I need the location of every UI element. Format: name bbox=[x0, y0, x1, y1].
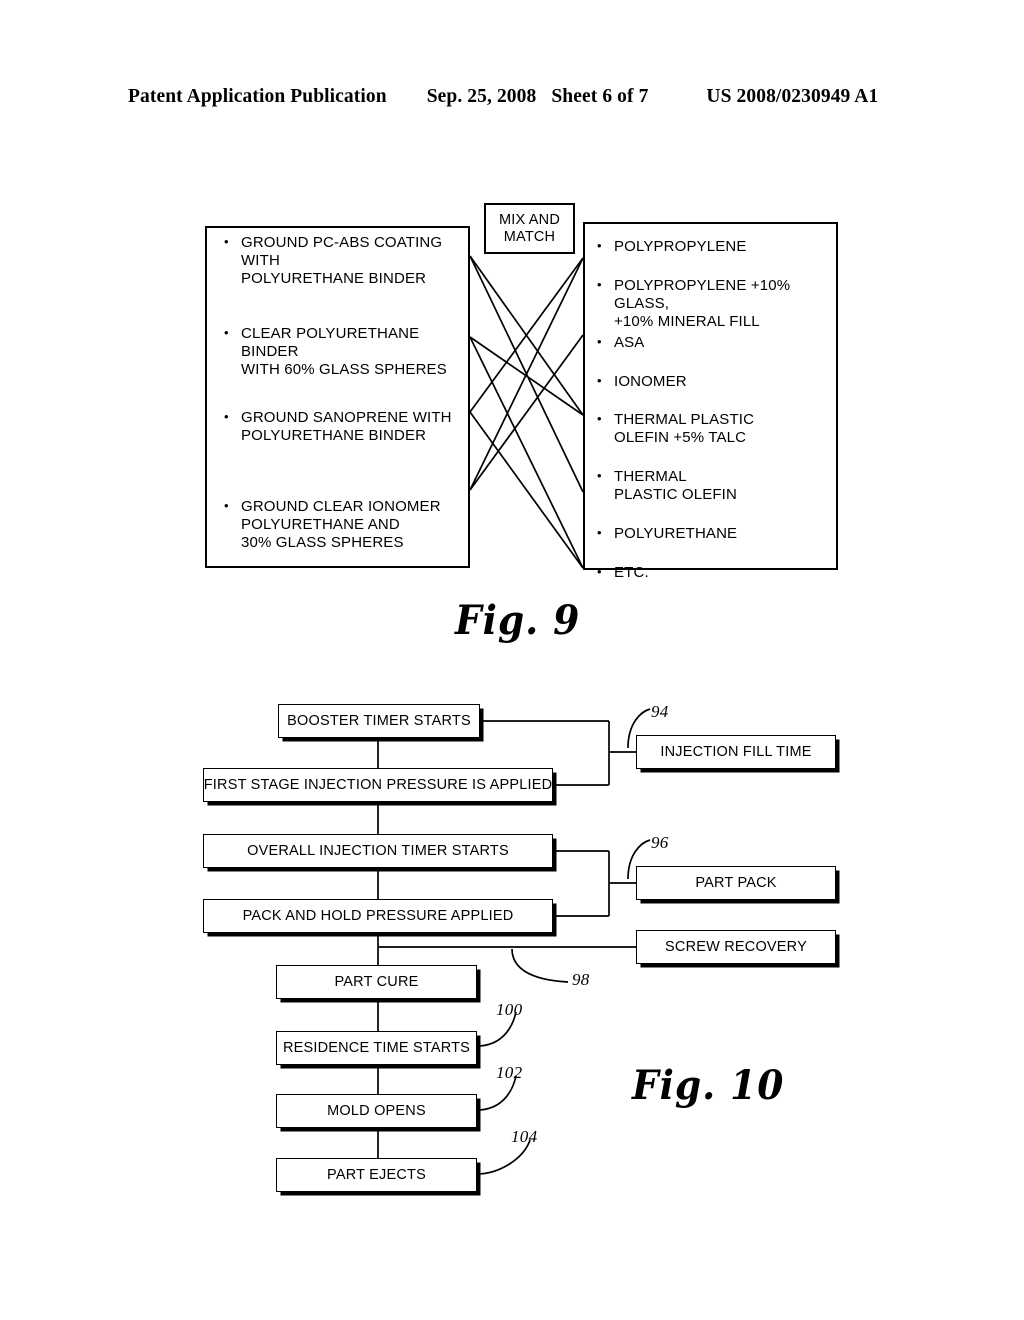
fig9-right-item: ETC. bbox=[597, 564, 649, 582]
fig10-box-label: MOLD OPENS bbox=[327, 1102, 426, 1119]
fig9-caption: Fig. 9 bbox=[455, 597, 581, 644]
fig10-box-label: SCREW RECOVERY bbox=[665, 938, 807, 955]
fig10-box-label: PART CURE bbox=[334, 973, 419, 990]
fig10-leader-98 bbox=[511, 948, 569, 983]
fig10-box-screw-recovery: SCREW RECOVERY bbox=[636, 930, 836, 964]
fig9-right-item: IONOMER bbox=[597, 373, 687, 391]
fig9-left-item: GROUND SANOPRENE WITH POLYURETHANE BINDE… bbox=[224, 409, 452, 445]
fig10-callout-104: 104 bbox=[511, 1127, 538, 1146]
fig10-callout-100: 100 bbox=[496, 1000, 523, 1019]
fig10-caption: Fig. 10 bbox=[632, 1062, 785, 1109]
fig9-mix-and-match-box: MIX AND MATCH bbox=[484, 203, 575, 254]
fig10-box-label: RESIDENCE TIME STARTS bbox=[282, 1039, 471, 1056]
fig9-right-item: THERMAL PLASTIC OLEFIN bbox=[597, 468, 737, 504]
mix-and-match-line-1: MIX AND bbox=[498, 211, 561, 228]
fig10-box-residence-time-starts: RESIDENCE TIME STARTS bbox=[276, 1031, 477, 1065]
fig10-callout-94: 94 bbox=[651, 702, 669, 721]
fig9-left-item: GROUND CLEAR IONOMER POLYURETHANE AND 30… bbox=[224, 498, 441, 552]
fig10-box-label: PACK AND HOLD PRESSURE APPLIED bbox=[242, 907, 514, 924]
fig10-box-part-ejects: PART EJECTS bbox=[276, 1158, 477, 1192]
fig9-right-item: THERMAL PLASTIC OLEFIN +5% TALC bbox=[597, 411, 754, 447]
fig10-box-first-stage-injection-pressure: FIRST STAGE INJECTION PRESSURE IS APPLIE… bbox=[203, 768, 553, 802]
fig10-box-label: INJECTION FILL TIME bbox=[660, 743, 812, 760]
fig9-left-item: CLEAR POLYURETHANE BINDER WITH 60% GLASS… bbox=[224, 325, 474, 379]
fig10-callout-102: 102 bbox=[496, 1063, 523, 1082]
fig10-box-part-pack: PART PACK bbox=[636, 866, 836, 900]
fig9-right-item: POLYURETHANE bbox=[597, 525, 737, 543]
fig10-box-overall-injection-timer-starts: OVERALL INJECTION TIMER STARTS bbox=[203, 834, 553, 868]
fig9-right-item: POLYPROPYLENE bbox=[597, 238, 747, 256]
fig10-box-label: PART PACK bbox=[695, 874, 777, 891]
fig10-callout-96: 96 bbox=[651, 833, 669, 852]
fig10-box-injection-fill-time: INJECTION FILL TIME bbox=[636, 735, 836, 769]
figure-9: MIX AND MATCH GROUND PC-ABS COATING WITH… bbox=[0, 0, 1024, 680]
fig10-box-part-cure: PART CURE bbox=[276, 965, 477, 999]
fig10-callout-98: 98 bbox=[572, 970, 590, 989]
fig10-box-mold-opens: MOLD OPENS bbox=[276, 1094, 477, 1128]
fig10-box-label: OVERALL INJECTION TIMER STARTS bbox=[247, 842, 509, 859]
fig10-box-label: PART EJECTS bbox=[327, 1166, 426, 1183]
fig9-right-item: ASA bbox=[597, 334, 644, 352]
mix-and-match-line-2: MATCH bbox=[503, 228, 556, 245]
fig10-box-booster-timer-starts: BOOSTER TIMER STARTS bbox=[278, 704, 480, 738]
fig10-box-label: BOOSTER TIMER STARTS bbox=[287, 712, 471, 729]
fig9-mix-and-match-text: MIX AND MATCH bbox=[486, 205, 573, 252]
fig10-box-pack-and-hold-pressure-applied: PACK AND HOLD PRESSURE APPLIED bbox=[203, 899, 553, 933]
fig10-box-label: FIRST STAGE INJECTION PRESSURE IS APPLIE… bbox=[203, 776, 553, 793]
fig9-right-materials-box bbox=[583, 222, 838, 570]
fig9-right-item: POLYPROPYLENE +10% GLASS, +10% MINERAL F… bbox=[597, 277, 847, 331]
fig9-left-item: GROUND PC-ABS COATING WITH POLYURETHANE … bbox=[224, 234, 474, 288]
